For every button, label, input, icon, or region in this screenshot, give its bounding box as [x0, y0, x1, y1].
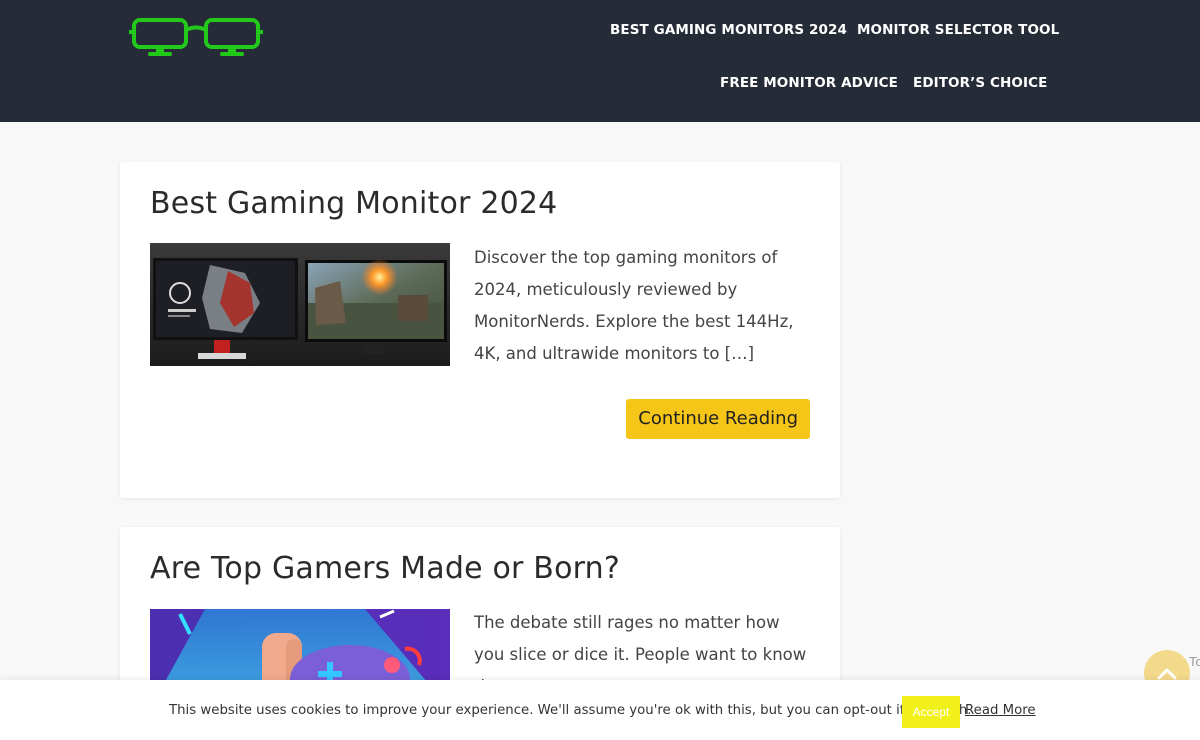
scroll-to-top-label: To	[1189, 654, 1200, 669]
article-excerpt: Discover the top gaming monitors of 2024…	[474, 248, 794, 363]
article-card: Best Gaming Monitor 2024 Discover the to…	[120, 162, 840, 498]
gaming-monitors-thumbnail[interactable]	[150, 243, 450, 366]
read-more-link[interactable]: Read More	[965, 703, 1036, 718]
nav-item-best-gaming-monitors[interactable]: BEST GAMING MONITORS 2024	[610, 22, 847, 38]
article-title[interactable]: Are Top Gamers Made or Born?	[150, 551, 620, 586]
glasses-monitor-logo-icon[interactable]	[128, 16, 264, 60]
cookie-message: This website uses cookies to improve you…	[169, 703, 972, 718]
article-title[interactable]: Best Gaming Monitor 2024	[150, 186, 557, 221]
nav-item-free-monitor-advice[interactable]: FREE MONITOR ADVICE	[720, 75, 898, 91]
page: BEST GAMING MONITORS 2024 MONITOR SELECT…	[0, 0, 1200, 740]
continue-reading-button[interactable]: Continue Reading	[626, 399, 810, 439]
nav-item-monitor-selector-tool[interactable]: MONITOR SELECTOR TOOL	[857, 22, 1059, 38]
site-header: BEST GAMING MONITORS 2024 MONITOR SELECT…	[0, 0, 1200, 122]
nav-item-editors-choice[interactable]: EDITOR’S CHOICE	[913, 75, 1047, 91]
cookie-consent-bar: This website uses cookies to improve you…	[0, 680, 1200, 740]
main-nav: BEST GAMING MONITORS 2024 MONITOR SELECT…	[580, 0, 1200, 122]
accept-cookies-button[interactable]: Accept	[902, 696, 960, 728]
chevron-up-icon	[1157, 668, 1177, 680]
